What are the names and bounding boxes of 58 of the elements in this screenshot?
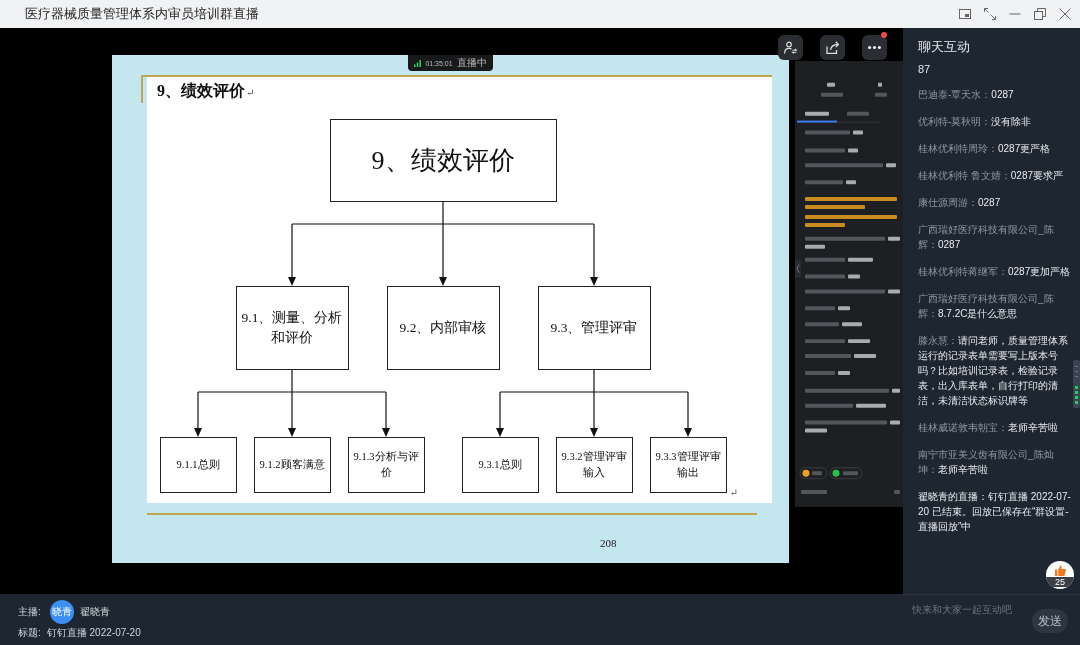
host-name: 翟晓青 (79, 605, 110, 619)
arrow (439, 223, 447, 286)
chat-message: 广西瑞好医疗科技有限公司_陈辉：8.7.2C是什么意思 (918, 292, 1055, 321)
title-label: 标题: (18, 626, 41, 640)
chat-message: 翟晓青的直播：钉钉直播 2022-07-20 已结束。回放已保存在“群设置-直播回放”中 (918, 490, 1072, 534)
chat-message: 南宁市亚美义齿有限公司_陈灿坤：老师辛苦啦 (918, 448, 1055, 477)
live-status: 直播中 (456, 57, 487, 69)
arrow (382, 391, 390, 437)
arrow (288, 391, 296, 437)
close-icon[interactable] (1059, 8, 1071, 20)
diagram-node: 9.2、内部审核 (386, 286, 500, 370)
chat-message: 康仕源周游：0287 (918, 196, 1002, 210)
chat-message: 巴迪泰-覃天水：0287 (918, 88, 1015, 102)
diagram-node: 9、绩效评价 (329, 119, 557, 202)
diagram-node: 9.3.2管理评审输入 (555, 437, 633, 493)
chat-title: 聊天互动 (918, 38, 971, 56)
like-button[interactable]: 25 (1046, 561, 1074, 589)
signal-icon (414, 59, 422, 67)
share-button[interactable] (820, 35, 845, 60)
arrow (288, 223, 296, 286)
chat-message: 滕永慧：请问老师，质量管理体系运行的记录表单需要写上版本号吗？比如培训记录表，检验记录表，出入库表单，自行打印的清洁，未清洁状态标识牌等 (918, 334, 1069, 408)
thumbs-up-icon (1054, 565, 1066, 576)
share-icon (826, 41, 839, 54)
diagram-node: 9.3、管理评审 (537, 286, 651, 370)
chat-count: 87 (918, 62, 932, 77)
chat-message: 桂林优利特 鲁文婧：0287要求严 (918, 169, 1065, 183)
chat-message: 优利特-莫秋明：没有除非 (918, 115, 1033, 129)
slide-title: 9、绩效评价 (157, 81, 245, 101)
chat-message: 桂林优利特周玲：0287更严格 (918, 142, 1052, 156)
arrow (194, 391, 202, 437)
fullscreen-icon[interactable] (984, 8, 996, 20)
diagram-node: 9.3.3管理评审输出 (649, 437, 727, 493)
arrow (684, 391, 692, 437)
arrow (590, 223, 598, 286)
window-title: 医疗器械质量管理体系内审员培训群直播 (25, 5, 259, 23)
more-button[interactable] (862, 35, 887, 60)
host-avatar: 晓青 (49, 600, 74, 624)
chat-message: 桂林威诺敦韦朝宝：老师辛苦啦 (918, 421, 1059, 435)
paragraph-mark: ↵ (729, 487, 738, 499)
arrow (496, 391, 504, 437)
level-meter-icon[interactable] (1073, 360, 1080, 408)
diagram-node: 9.3.1总则 (461, 437, 539, 493)
switch-button[interactable] (778, 35, 803, 60)
diagram-node: 9.1.2顾客满意 (253, 437, 331, 493)
diagram-node: 9.1.1总则 (159, 437, 237, 493)
host-label: 主播: (18, 605, 41, 619)
chat-message: 广西瑞好医疗科技有限公司_陈辉：0287 (918, 223, 1055, 252)
send-button[interactable]: 发送 (1032, 609, 1068, 633)
person-swap-icon (784, 41, 797, 54)
chat-message: 桂林优利特蒋继军：0287更加严格 (918, 265, 1072, 279)
restore-icon[interactable] (1034, 8, 1046, 20)
floating-window-icon[interactable] (959, 8, 971, 20)
paragraph-mark: ↵ (246, 87, 255, 98)
stream-title: 钉钉直播 2022-07-20 (46, 626, 141, 640)
page-number: 208 (600, 537, 617, 549)
arrow (590, 391, 598, 437)
diagram-node: 9.1、测量、分析和评价 (235, 286, 349, 370)
diagram-node: 9.1.3分析与评价 (347, 437, 425, 493)
